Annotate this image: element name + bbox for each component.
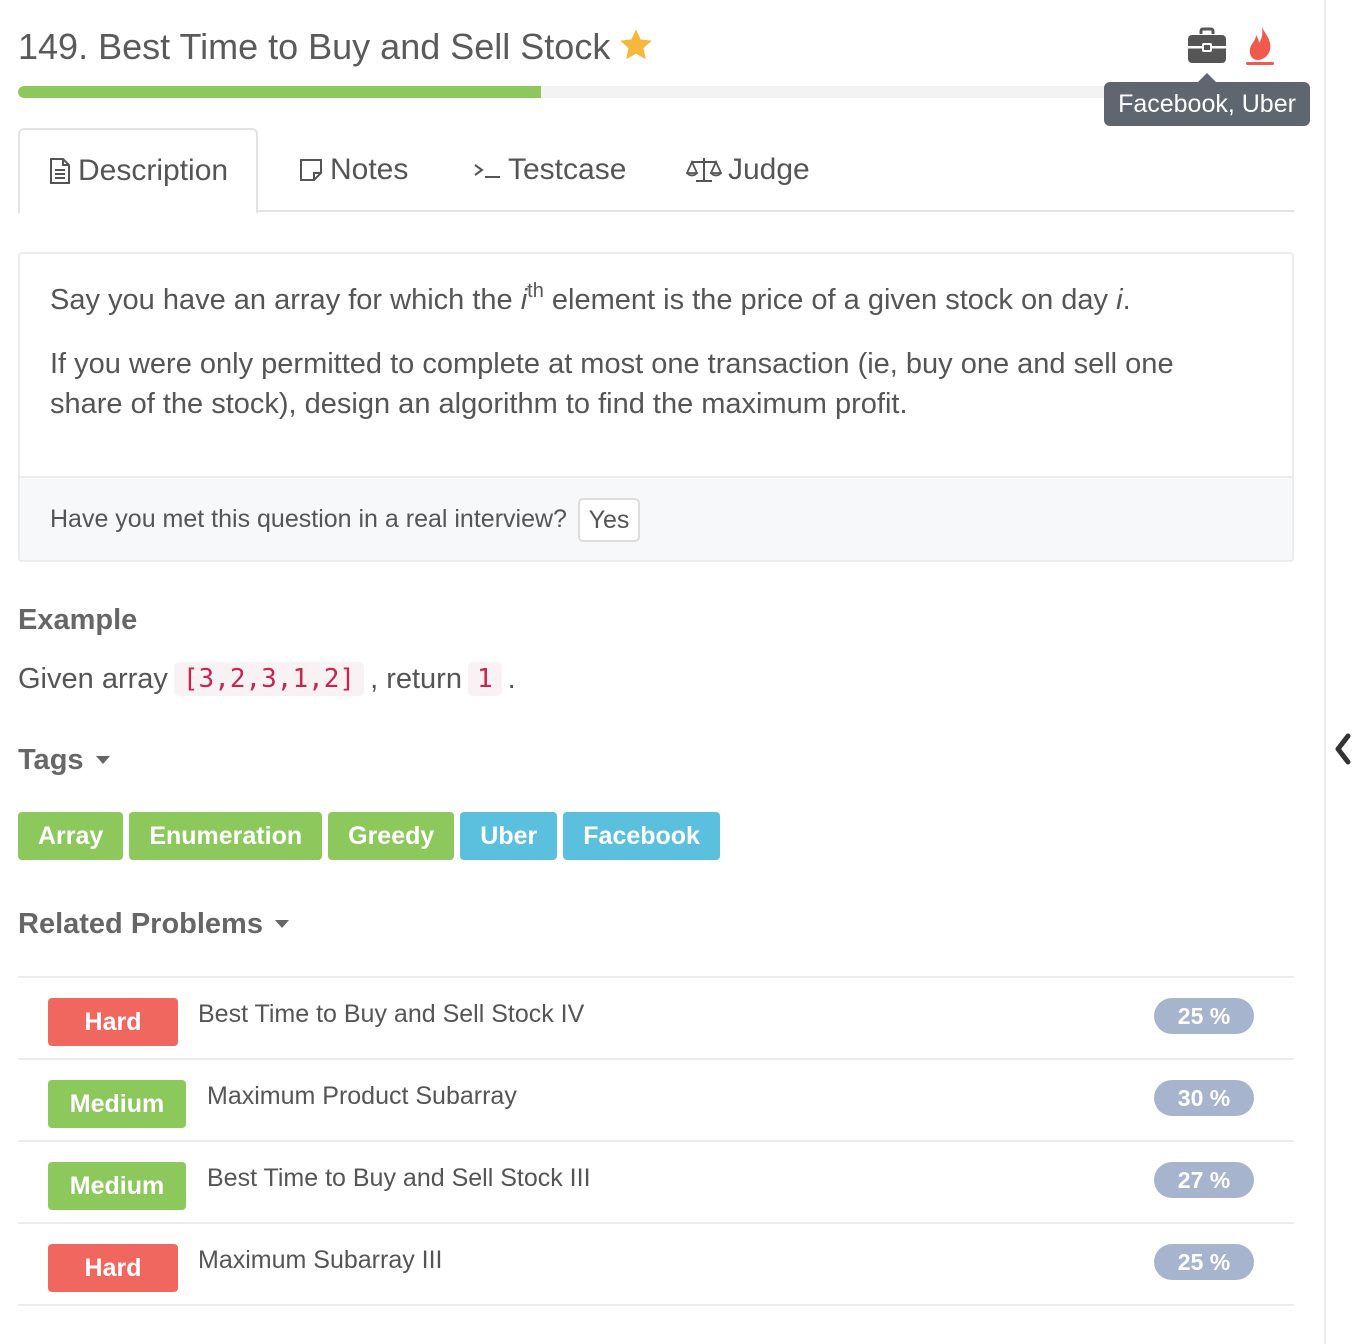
note-icon	[300, 159, 322, 181]
example-heading: Example	[18, 604, 138, 636]
example-array-code: [3,2,3,1,2]	[173, 662, 365, 696]
related-problem-title[interactable]: Best Time to Buy and Sell Stock IV	[198, 1000, 584, 1029]
problem-title: 149. Best Time to Buy and Sell Stock	[18, 26, 611, 67]
fire-icon[interactable]	[1242, 24, 1278, 68]
tags-toggle[interactable]: Tags	[18, 744, 110, 777]
tab-label: Description	[78, 154, 229, 187]
caret-down-icon	[274, 920, 289, 928]
related-problem-title[interactable]: Maximum Subarray III	[198, 1246, 443, 1275]
related-problem-title[interactable]: Best Time to Buy and Sell Stock III	[207, 1164, 591, 1193]
related-problem-title[interactable]: Maximum Product Subarray	[207, 1082, 517, 1111]
tag-enumeration[interactable]: Enumeration	[129, 812, 323, 860]
related-problems-heading: Related Problems	[18, 908, 263, 940]
interview-question: Have you met this question in a real int…	[50, 505, 567, 533]
briefcase-icon[interactable]	[1186, 26, 1228, 66]
tab-notes[interactable]: Notes	[298, 128, 408, 212]
tags-heading: Tags	[18, 744, 84, 776]
related-problem-row[interactable]: Medium Maximum Product Subarray 30 %	[18, 1060, 1294, 1142]
company-tooltip: Facebook, Uber	[1104, 73, 1310, 126]
related-problem-row[interactable]: Hard Maximum Subarray III 25 %	[18, 1224, 1294, 1306]
acceptance-rate-badge: 30 %	[1154, 1080, 1254, 1116]
tab-judge[interactable]: Judge	[686, 128, 810, 212]
right-panel-divider	[1324, 0, 1326, 1344]
terminal-icon	[474, 164, 500, 178]
related-problems-list: Hard Best Time to Buy and Sell Stock IV …	[18, 976, 1294, 1306]
tab-testcase[interactable]: Testcase	[472, 128, 626, 212]
caret-down-icon	[95, 756, 110, 764]
tag-greedy[interactable]: Greedy	[328, 812, 455, 860]
related-problems-toggle[interactable]: Related Problems	[18, 908, 289, 941]
example-text: Given array [3,2,3,1,2] , return 1 .	[18, 662, 516, 696]
chevron-left-icon[interactable]	[1334, 732, 1352, 766]
difficulty-badge: Hard	[48, 998, 178, 1046]
tab-bar: Description Notes Testcase Judge	[18, 128, 1294, 214]
description-paragraph-1: Say you have an array for which the ith …	[50, 280, 1131, 316]
acceptance-rate-badge: 25 %	[1154, 998, 1254, 1034]
tag-facebook[interactable]: Facebook	[563, 812, 720, 860]
difficulty-badge: Medium	[48, 1080, 186, 1128]
scale-icon	[686, 158, 722, 182]
difficulty-badge: Hard	[48, 1244, 178, 1292]
problem-header: 149. Best Time to Buy and Sell Stock	[18, 20, 1294, 80]
tag-array[interactable]: Array	[18, 812, 124, 860]
tag-list: Array Enumeration Greedy Uber Facebook	[18, 812, 720, 860]
description-paragraph-2: If you were only permitted to complete a…	[50, 348, 1174, 420]
example-result-code: 1	[467, 662, 502, 696]
tab-description[interactable]: Description	[18, 128, 259, 214]
related-problem-row[interactable]: Hard Best Time to Buy and Sell Stock IV …	[18, 978, 1294, 1060]
acceptance-rate-badge: 27 %	[1154, 1162, 1254, 1198]
page-title: 149. Best Time to Buy and Sell Stock	[18, 26, 654, 68]
tab-label: Notes	[330, 153, 409, 186]
description-panel: Say you have an array for which the ith …	[18, 252, 1294, 562]
progress-bar	[18, 86, 1294, 98]
progress-fill	[18, 86, 542, 98]
yes-button[interactable]: Yes	[578, 498, 640, 542]
tab-label: Testcase	[508, 153, 627, 186]
star-icon[interactable]	[618, 27, 654, 63]
difficulty-badge: Medium	[48, 1162, 186, 1210]
related-problem-row[interactable]: Medium Best Time to Buy and Sell Stock I…	[18, 1142, 1294, 1224]
document-icon	[50, 158, 70, 184]
tag-uber[interactable]: Uber	[460, 812, 558, 860]
acceptance-rate-badge: 25 %	[1154, 1244, 1254, 1280]
interview-prompt: Have you met this question in a real int…	[20, 476, 1292, 560]
tab-label: Judge	[728, 153, 810, 186]
